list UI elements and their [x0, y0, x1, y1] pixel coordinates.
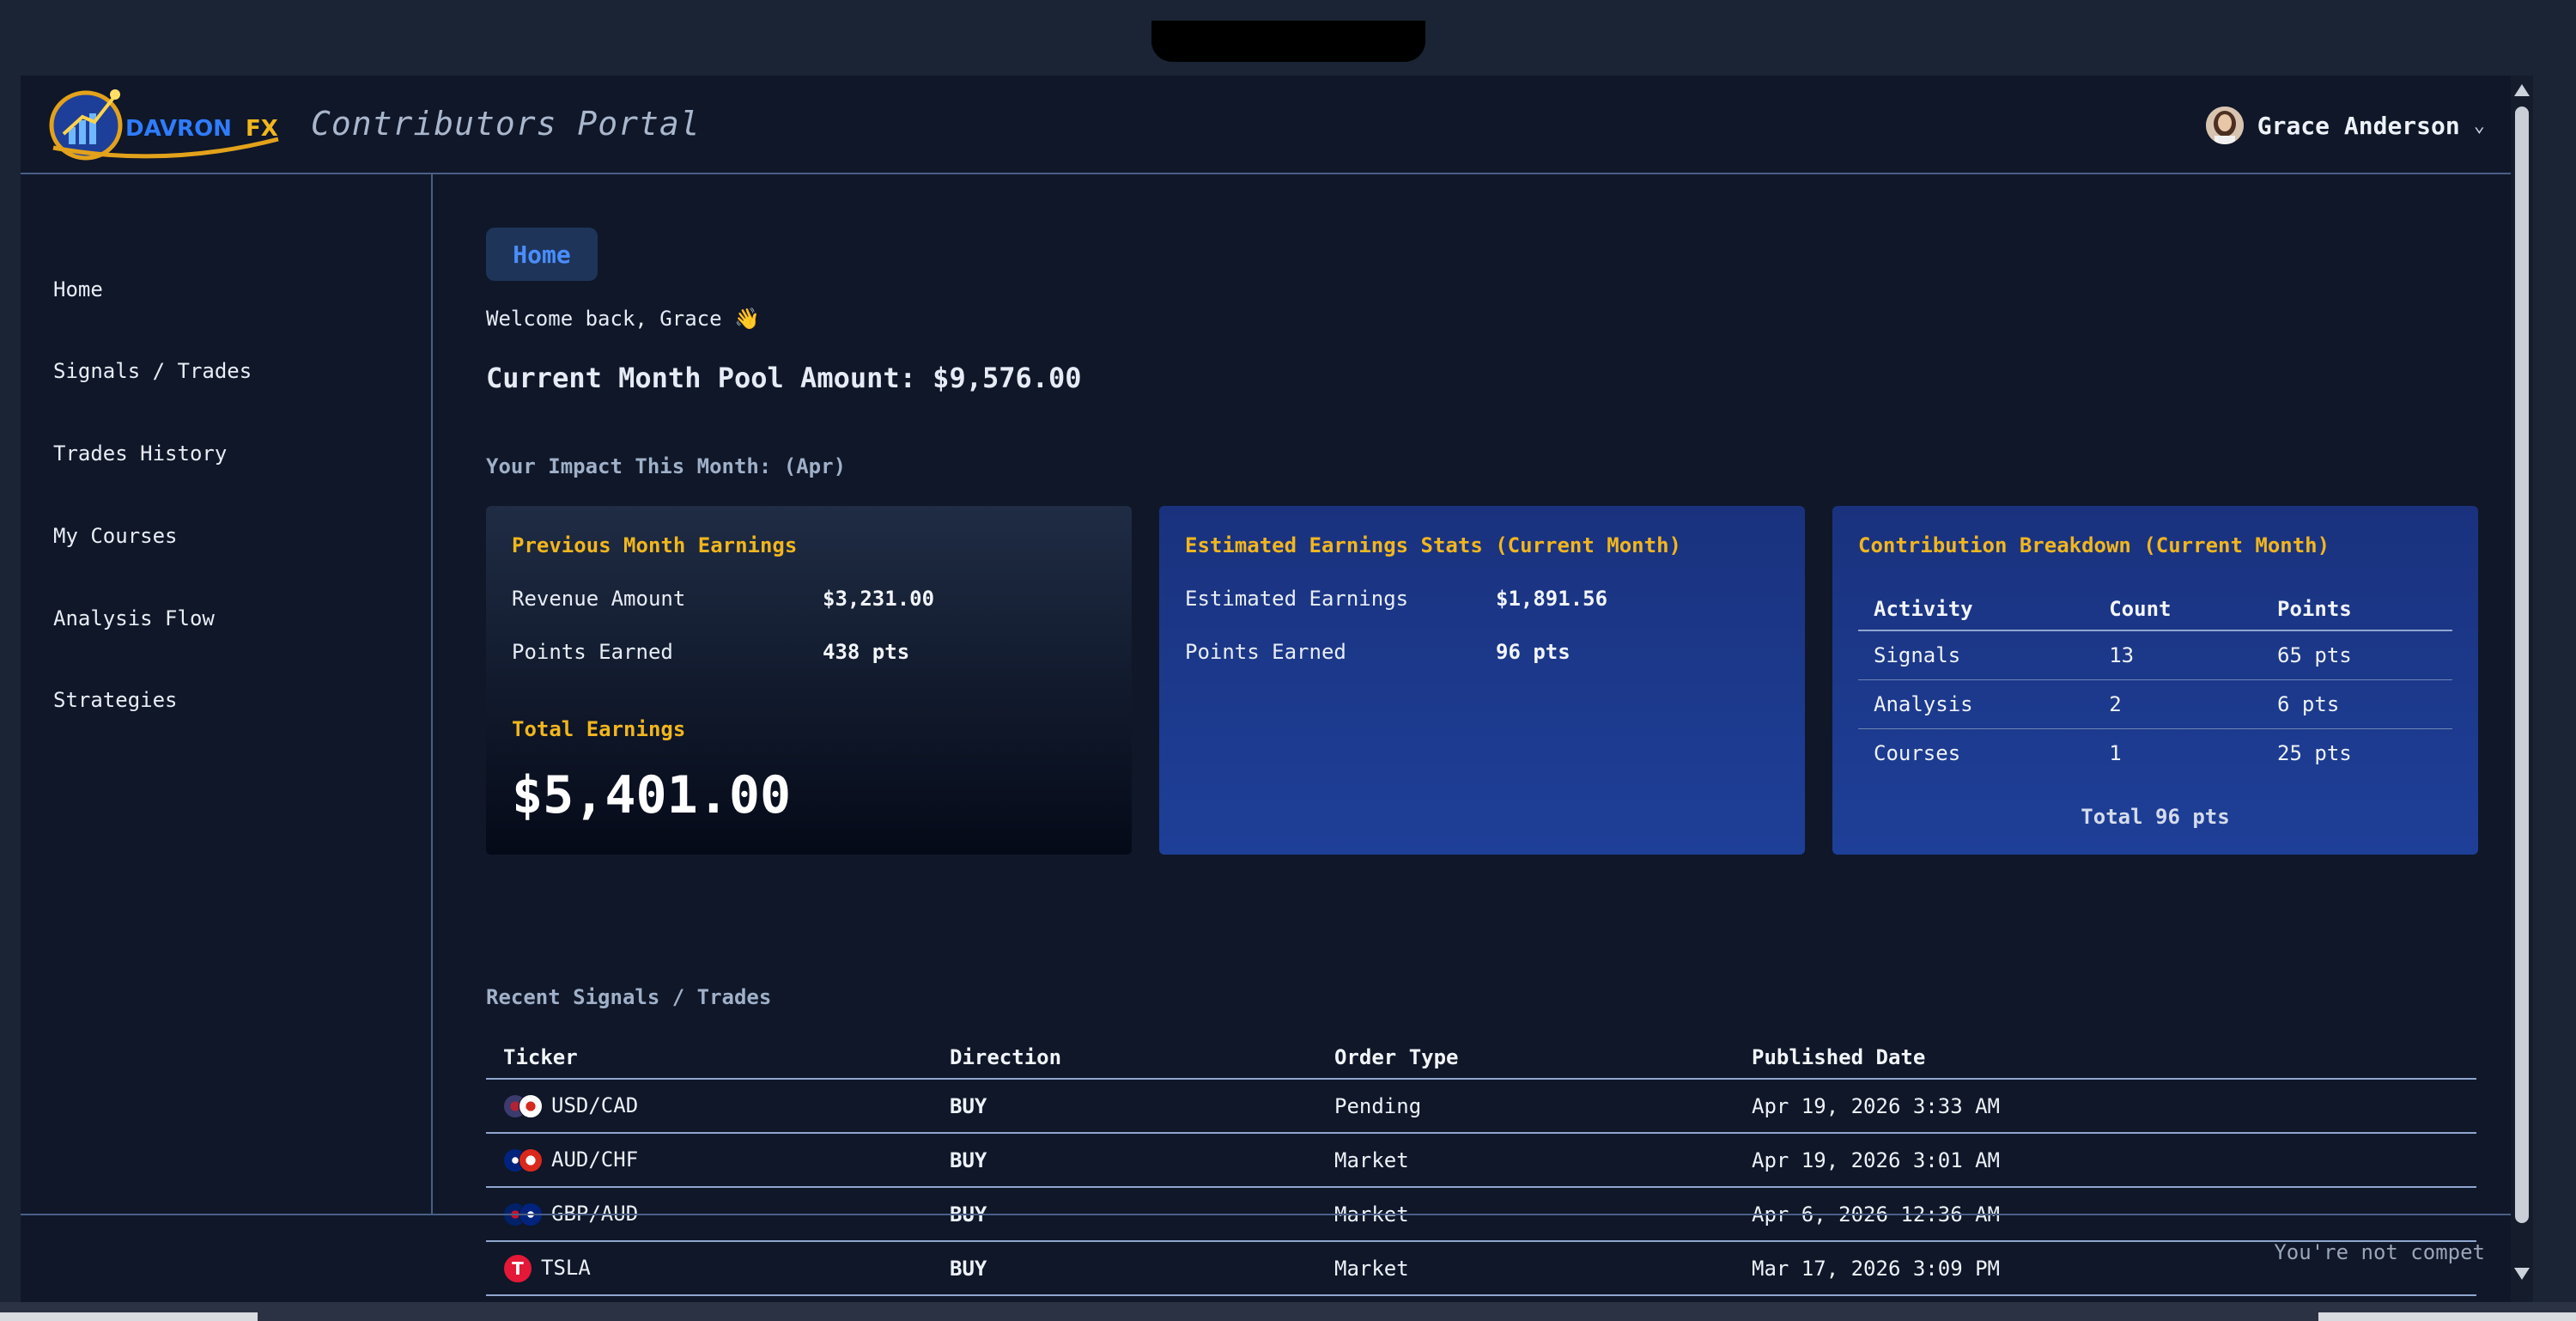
- user-menu[interactable]: Grace Anderson ⌄: [2205, 107, 2485, 144]
- card-title: Contribution Breakdown (Current Month): [1858, 533, 2330, 557]
- bottom-bar-right: [2318, 1312, 2576, 1321]
- table-row[interactable]: T TSLA BUY Market Mar 17, 2026 3:09 PM: [486, 1241, 2476, 1296]
- count-cell: 2: [2093, 679, 2263, 729]
- sidebar-item-home[interactable]: Home: [53, 277, 103, 301]
- ticker-label: USD/CAD: [551, 1093, 639, 1117]
- column-header: Direction: [933, 1037, 1317, 1080]
- breakdown-table: Activity Count Points Signals 13 65 pts …: [1858, 588, 2452, 777]
- portal-title: Contributors Portal: [311, 105, 701, 143]
- pool-amount: Current Month Pool Amount: $9,576.00: [486, 362, 1082, 394]
- ticker-cell: AUD/CHF: [486, 1133, 933, 1188]
- contribution-breakdown-card: Contribution Breakdown (Current Month) A…: [1832, 506, 2478, 855]
- breadcrumb[interactable]: Home: [486, 228, 598, 281]
- published-date-cell: Apr 19, 2026 3:01 AM: [1735, 1133, 2476, 1188]
- welcome-message: Welcome back, Grace 👋: [486, 307, 760, 331]
- order-type-cell: Pending: [1317, 1079, 1735, 1134]
- activity-cell: Signals: [1858, 630, 2094, 680]
- points-label: Points Earned: [1185, 640, 1346, 664]
- direction-cell: BUY: [933, 1079, 1317, 1134]
- table-row: Signals 13 65 pts: [1858, 630, 2452, 680]
- sidebar: Home Signals / Trades Trades History My …: [21, 174, 433, 1214]
- ticker-cell: USD/CAD: [486, 1079, 933, 1134]
- sidebar-item-analysis-flow[interactable]: Analysis Flow: [53, 606, 215, 630]
- activity-cell: Courses: [1874, 741, 1961, 765]
- sidebar-item-strategies[interactable]: Strategies: [53, 688, 178, 712]
- ticker-label: AUD/CHF: [551, 1148, 639, 1172]
- count-cell: 13: [2093, 630, 2263, 680]
- previous-earnings-card: Previous Month Earnings Revenue Amount $…: [486, 506, 1132, 855]
- direction-cell: BUY: [933, 1241, 1317, 1296]
- recent-signals-table: Ticker Direction Order Type Published Da…: [486, 1037, 2476, 1296]
- table-row: Analysis 2 6 pts: [1858, 679, 2452, 729]
- impact-title: Your Impact This Month: (Apr): [486, 454, 847, 478]
- column-header: Ticker: [486, 1037, 933, 1080]
- published-date-cell: Apr 19, 2026 3:33 AM: [1735, 1079, 2476, 1134]
- table-row: Courses 1 25 pts: [1858, 729, 2452, 778]
- table-row[interactable]: USD/CAD BUY Pending Apr 19, 2026 3:33 AM: [486, 1079, 2476, 1134]
- card-title: Previous Month Earnings: [512, 533, 798, 557]
- chevron-down-icon: ⌄: [2473, 114, 2485, 137]
- top-header: DAVRON FX Contributors Portal Grace Ande…: [21, 76, 2533, 174]
- column-header: Points: [2262, 588, 2452, 631]
- sidebar-item-my-courses[interactable]: My Courses: [53, 524, 178, 548]
- footer-text: You're not compet: [2274, 1240, 2485, 1264]
- avatar: [2205, 107, 2244, 144]
- ticker-label: TSLA: [541, 1255, 591, 1280]
- scroll-down-icon[interactable]: [2514, 1268, 2530, 1280]
- points-cell: 6 pts: [2262, 679, 2452, 729]
- scroll-up-icon[interactable]: [2514, 84, 2530, 96]
- revenue-value: $3,231.00: [823, 587, 935, 611]
- scrollbar-thumb[interactable]: [2515, 107, 2529, 1223]
- direction-cell: BUY: [933, 1133, 1317, 1188]
- tesla-logo-icon: T: [503, 1253, 532, 1283]
- count-cell: 1: [2109, 741, 2122, 765]
- table-row[interactable]: AUD/CHF BUY Market Apr 19, 2026 3:01 AM: [486, 1133, 2476, 1188]
- points-value: 438 pts: [823, 640, 910, 664]
- points-value: 96 pts: [1496, 640, 1571, 664]
- card-title: Estimated Earnings Stats (Current Month): [1185, 533, 1681, 557]
- points-cell: 65 pts: [2262, 630, 2452, 680]
- device-bottom-bar: [0, 1302, 2576, 1321]
- footer-divider: [21, 1214, 2511, 1215]
- estimated-earnings-card: Estimated Earnings Stats (Current Month)…: [1159, 506, 1805, 855]
- recent-signals-title: Recent Signals / Trades: [486, 985, 772, 1009]
- device-notch: [1151, 21, 1425, 62]
- usd-cad-flag-icon: [503, 1094, 543, 1118]
- revenue-label: Revenue Amount: [512, 587, 686, 611]
- column-header: Count: [2093, 588, 2263, 631]
- activity-cell: Analysis: [1858, 679, 2094, 729]
- page-scrollbar[interactable]: [2511, 76, 2533, 1302]
- logo-text-fx: FX: [246, 116, 278, 142]
- sidebar-item-trades-history[interactable]: Trades History: [53, 441, 227, 466]
- logo-text: DAVRON: [125, 116, 232, 142]
- estimated-earnings-value: $1,891.56: [1496, 587, 1608, 611]
- app-window: DAVRON FX Contributors Portal Grace Ande…: [21, 76, 2533, 1302]
- points-cell: 25 pts: [2277, 741, 2352, 765]
- aud-chf-flag-icon: [503, 1148, 543, 1172]
- column-header: Order Type: [1317, 1037, 1735, 1080]
- order-type-cell: Market: [1317, 1241, 1735, 1296]
- total-earnings-value: $5,401.00: [512, 765, 792, 825]
- total-earnings-label: Total Earnings: [512, 717, 686, 741]
- bottom-bar-left: [0, 1312, 258, 1321]
- user-name: Grace Anderson: [2257, 111, 2460, 140]
- points-label: Points Earned: [512, 640, 673, 664]
- order-type-cell: Market: [1317, 1133, 1735, 1188]
- sidebar-item-signals-trades[interactable]: Signals / Trades: [53, 359, 252, 383]
- breakdown-total: Total 96 pts: [2081, 805, 2230, 829]
- column-header: Activity: [1858, 588, 2094, 631]
- estimated-earnings-label: Estimated Earnings: [1185, 587, 1409, 611]
- davron-fx-logo[interactable]: DAVRON FX: [45, 82, 285, 165]
- column-header: Published Date: [1735, 1037, 2476, 1080]
- ticker-cell: T TSLA: [486, 1241, 933, 1296]
